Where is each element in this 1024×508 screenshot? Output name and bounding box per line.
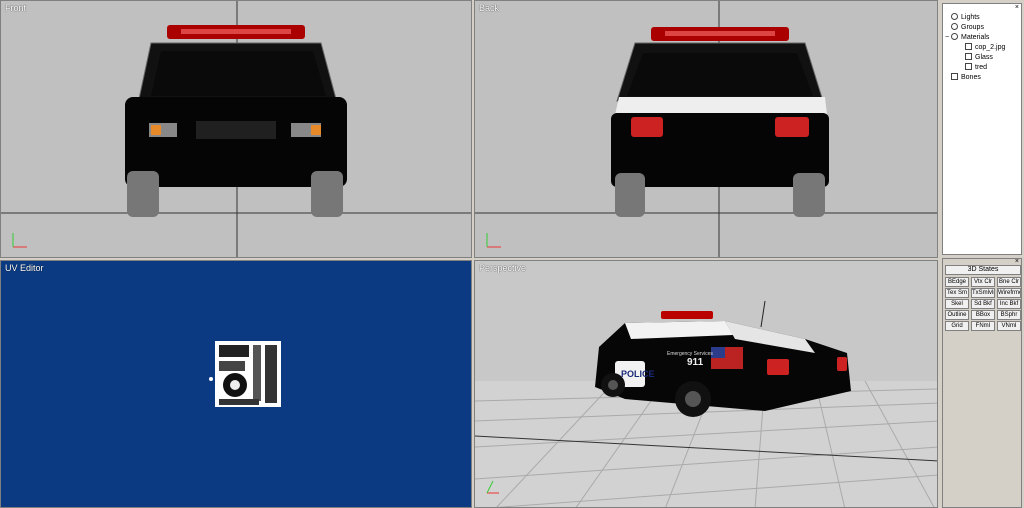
material-icon <box>951 33 958 40</box>
tx-smlvlr-button[interactable]: TxSmlvlr <box>971 288 995 298</box>
tree-item-bones[interactable]: Bones <box>951 73 981 82</box>
tree-item-cop-2-jpg[interactable]: cop_2.jpg <box>965 43 1005 52</box>
scene-tree-close-button[interactable]: × <box>1015 4 1019 11</box>
front-viewport[interactable]: Front <box>0 0 472 258</box>
grid-button[interactable]: Grid <box>945 321 969 331</box>
bbox-button[interactable]: BBox <box>971 310 995 320</box>
tree-item-glass[interactable]: Glass <box>965 53 993 62</box>
tree-item-lights[interactable]: Lights <box>951 13 980 22</box>
services-decal: Emergency Services <box>667 351 713 357</box>
perspective-viewport[interactable]: POLICE 911 Emergency Services Perspectiv… <box>474 260 938 508</box>
front-car-render <box>1 1 471 257</box>
back-viewport-label: Back <box>479 3 500 13</box>
vnml-button[interactable]: VNmI <box>997 321 1021 331</box>
3d-states-panel: × 3D States BEdge Vtx Clr Bne Clr Tex Sm… <box>942 258 1022 508</box>
wireframe-button[interactable]: Wirefrme <box>997 288 1021 298</box>
texture-icon <box>965 53 972 60</box>
perspective-viewport-label: Perspective <box>479 263 527 273</box>
bedge-button[interactable]: BEdge <box>945 277 969 287</box>
vtx-clr-button[interactable]: Vtx Clr <box>971 277 995 287</box>
bsphr-button[interactable]: BSphr <box>997 310 1021 320</box>
collapse-icon[interactable]: − <box>944 33 950 42</box>
tree-item-tred[interactable]: tred <box>965 63 987 72</box>
bone-icon <box>951 73 958 80</box>
light-icon <box>951 13 958 20</box>
uv-editor-viewport[interactable]: UV Editor <box>0 260 472 508</box>
tex-sm-button[interactable]: Tex Sm <box>945 288 969 298</box>
back-car-render <box>475 1 937 257</box>
tree-item-materials[interactable]: − Materials <box>944 33 989 42</box>
3d-states-title: 3D States <box>945 265 1021 275</box>
sd-bkf-button[interactable]: Sd Bkf <box>971 299 995 309</box>
front-viewport-label: Front <box>5 3 27 13</box>
uv-editor-label: UV Editor <box>5 263 44 273</box>
police-decal-text: POLICE <box>621 369 655 379</box>
group-icon <box>951 23 958 30</box>
tree-item-groups[interactable]: Groups <box>951 23 984 32</box>
skel-button[interactable]: Skel <box>945 299 969 309</box>
texture-icon <box>965 43 972 50</box>
scene-tree-panel: × Lights Groups − Materials cop_2.jpg Gla… <box>942 3 1022 255</box>
uv-texture-map <box>209 341 281 407</box>
inc-bkf-button[interactable]: Inc Bkf <box>997 299 1021 309</box>
states-close-button[interactable]: × <box>1015 258 1019 265</box>
unit-number-decal: 911 <box>687 357 704 368</box>
perspective-car-render: POLICE 911 Emergency Services <box>475 300 937 507</box>
bne-clr-button[interactable]: Bne Clr <box>997 277 1021 287</box>
outline-button[interactable]: Outline <box>945 310 969 320</box>
fnml-button[interactable]: FNmI <box>971 321 995 331</box>
texture-icon <box>965 63 972 70</box>
back-viewport[interactable]: Back <box>474 0 938 258</box>
